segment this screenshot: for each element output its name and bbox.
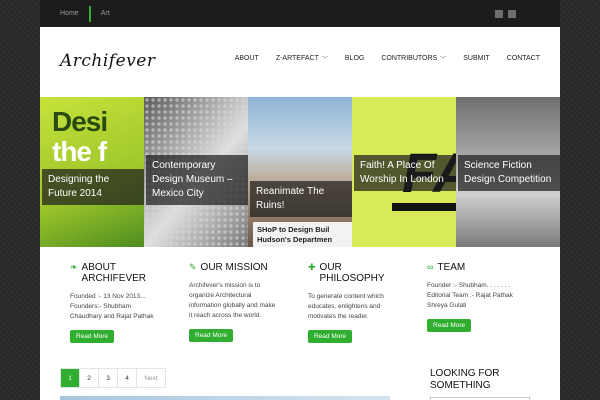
feature-philosophy: ✚ OUR PHILOSOPHY To generate content whic… [308,262,398,343]
slide-reanimate-ruins[interactable]: SHoP to Design Buil Hudson's Departmen Re… [248,97,352,247]
page-link-1[interactable]: 1 [61,369,80,387]
top-bar: Home Art [40,0,560,27]
slide-sign-text: SHoP to Design Buil Hudson's Departmen [253,222,352,247]
feature-team: ∞ TEAM Founder :- Shubham. . . . . . . Ed… [427,262,517,332]
site-header: Archifever ABOUT Z-ARTEFACT ﹀ BLOG CONTRI… [40,27,560,97]
slide-caption[interactable]: Contemporary Design Museum – Mexico City [146,155,248,205]
slide-caption[interactable]: Reanimate The Ruins! [250,181,352,217]
slide-designing-future[interactable]: Desi the f Designing the Future 2014 [40,97,144,247]
leaf-icon: ❧ [70,262,78,272]
feature-about: ❧ ABOUT ARCHIFEVER Founded :- 13 Nov 2013… [70,262,160,343]
slide-contemporary-museum[interactable]: Contemporary Design Museum – Mexico City [144,97,248,247]
feature-title: ❧ ABOUT ARCHIFEVER [70,262,146,284]
topbar-link-art[interactable]: Art [91,0,120,27]
pagination: 1 2 3 4 Next [60,368,166,388]
read-more-button[interactable]: Read More [427,319,472,332]
slide-art-text: Desi the f [52,106,108,167]
main-container: Archifever ABOUT Z-ARTEFACT ﹀ BLOG CONTRI… [40,27,560,400]
feature-title: ✚ OUR PHILOSOPHY [308,262,385,284]
nav-label: ABOUT [234,55,259,62]
pen-icon: ✎ [189,262,197,272]
post-image-preview[interactable] [60,396,390,400]
chevron-down-icon: ﹀ [440,57,447,63]
nav-label: SUBMIT [463,55,490,62]
page-next[interactable]: Next [137,369,165,387]
feature-mission: ✎ OUR MISSION Archifever's mission is to … [189,262,279,342]
site-logo[interactable]: Archifever [60,51,155,71]
feature-text: Founded :- 13 Nov 2013... Founders:- Shu… [70,293,154,320]
nav-submit[interactable]: SUBMIT [463,54,489,63]
feature-columns: ❧ ABOUT ARCHIFEVER Founded :- 13 Nov 2013… [40,247,560,357]
slide-caption[interactable]: Designing the Future 2014 [42,169,144,205]
nav-contact[interactable]: CONTACT [507,54,540,63]
nav-label: Z-ARTEFACT [275,55,319,62]
nav-blog[interactable]: BLOG [345,54,364,63]
nav-label: CONTACT [506,55,540,62]
slide-science-fiction[interactable]: Science Fiction Design Competition [456,97,560,247]
featured-slider: Desi the f Designing the Future 2014 Cont… [40,97,560,247]
nav-z-artefact[interactable]: Z-ARTEFACT ﹀ [276,54,328,63]
link-icon: ∞ [427,262,434,272]
chevron-down-icon: ﹀ [321,57,328,63]
nav-about[interactable]: ABOUT [235,54,259,63]
facebook-icon[interactable] [508,9,516,18]
slide-caption[interactable]: Science Fiction Design Competition [458,155,560,191]
read-more-button[interactable]: Read More [189,329,234,342]
nav-label: CONTRIBUTORS [381,55,438,62]
slide-caption[interactable]: Faith! A Place Of Worship In London [354,155,456,191]
feature-text: To generate content which educates, enli… [308,293,384,320]
page-link-2[interactable]: 2 [80,369,99,387]
social-links [495,9,560,18]
feature-text: Archifever's mission is to organize Arch… [189,282,276,319]
nav-label: BLOG [344,55,365,62]
slide-place-of-worship[interactable]: FA Faith! A Place Of Worship In London [352,97,456,247]
puzzle-icon: ✚ [308,262,316,272]
twitter-icon[interactable] [495,9,503,18]
page-link-3[interactable]: 3 [99,369,118,387]
slide-art-band [392,203,456,211]
topbar-link-home[interactable]: Home [40,0,89,27]
feature-title: ✎ OUR MISSION [189,262,268,273]
read-more-button[interactable]: Read More [308,330,353,343]
page-link-4[interactable]: 4 [118,369,137,387]
nav-contributors[interactable]: CONTRIBUTORS ﹀ [381,54,446,63]
feature-title: ∞ TEAM [427,262,466,273]
feature-text: Founder :- Shubham. . . . . . . Editoria… [427,282,513,309]
main-nav: ABOUT Z-ARTEFACT ﹀ BLOG CONTRIBUTORS ﹀ SUB… [235,54,540,63]
read-more-button[interactable]: Read More [70,330,115,343]
sidebar-search-title: LOOKING FOR SOMETHING [430,368,500,391]
